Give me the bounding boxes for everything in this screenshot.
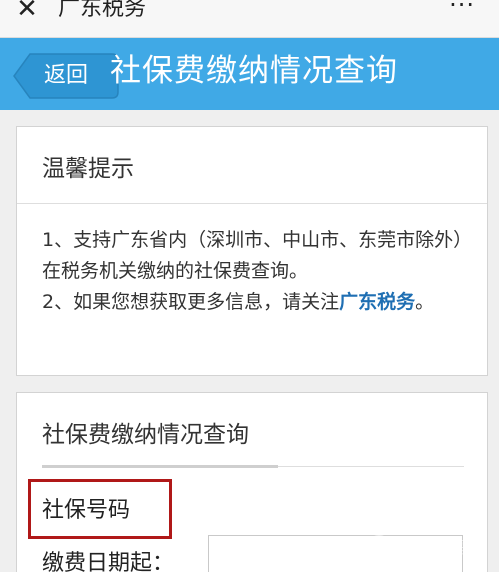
tips-title: 温馨提示	[42, 156, 134, 182]
tip-line-1: 1、支持广东省内（深圳市、中山市、东莞市除外）在税务机关缴纳的社保费查询。	[42, 229, 463, 282]
page-header: 返回 社保费缴纳情况查询	[0, 38, 499, 110]
more-menu-icon[interactable]: ···	[449, 0, 475, 20]
guangdong-tax-link[interactable]: 广东税务	[339, 291, 415, 313]
query-title: 社保费缴纳情况查询	[42, 422, 249, 448]
svg-text:Baidu 经验: Baidu 经验	[393, 538, 476, 557]
tips-divider	[17, 203, 487, 204]
back-button[interactable]: 返回	[12, 52, 120, 100]
tip-line-2-prefix: 2、如果您想获取更多信息，请关注	[42, 291, 340, 313]
tip-line-2: 2、如果您想获取更多信息，请关注广东税务。	[42, 287, 467, 318]
watermark-logo: Baidu 经验	[368, 535, 476, 557]
back-button-label: 返回	[44, 63, 89, 88]
query-title-underline	[42, 465, 278, 468]
tip-line-2-suffix: 。	[415, 291, 435, 313]
app-bar: ✕ 广东税务 ···	[0, 0, 499, 38]
page: ✕ 广东税务 ··· 返回 社保费缴纳情况查询 温馨提示 1、支持广东省内（深圳…	[0, 0, 499, 572]
page-title: 社保费缴纳情况查询	[110, 53, 398, 89]
tips-card: 温馨提示 1、支持广东省内（深圳市、中山市、东莞市除外）在税务机关缴纳的社保费查…	[16, 126, 488, 376]
close-icon[interactable]: ✕	[14, 0, 40, 22]
tips-body: 1、支持广东省内（深圳市、中山市、东莞市除外）在税务机关缴纳的社保费查询。 2、…	[42, 225, 467, 318]
social-security-number-label: 社保号码	[42, 498, 131, 523]
query-divider	[278, 466, 464, 467]
payment-start-date-label: 缴费日期起：	[42, 551, 175, 572]
app-title: 广东税务	[58, 0, 147, 21]
